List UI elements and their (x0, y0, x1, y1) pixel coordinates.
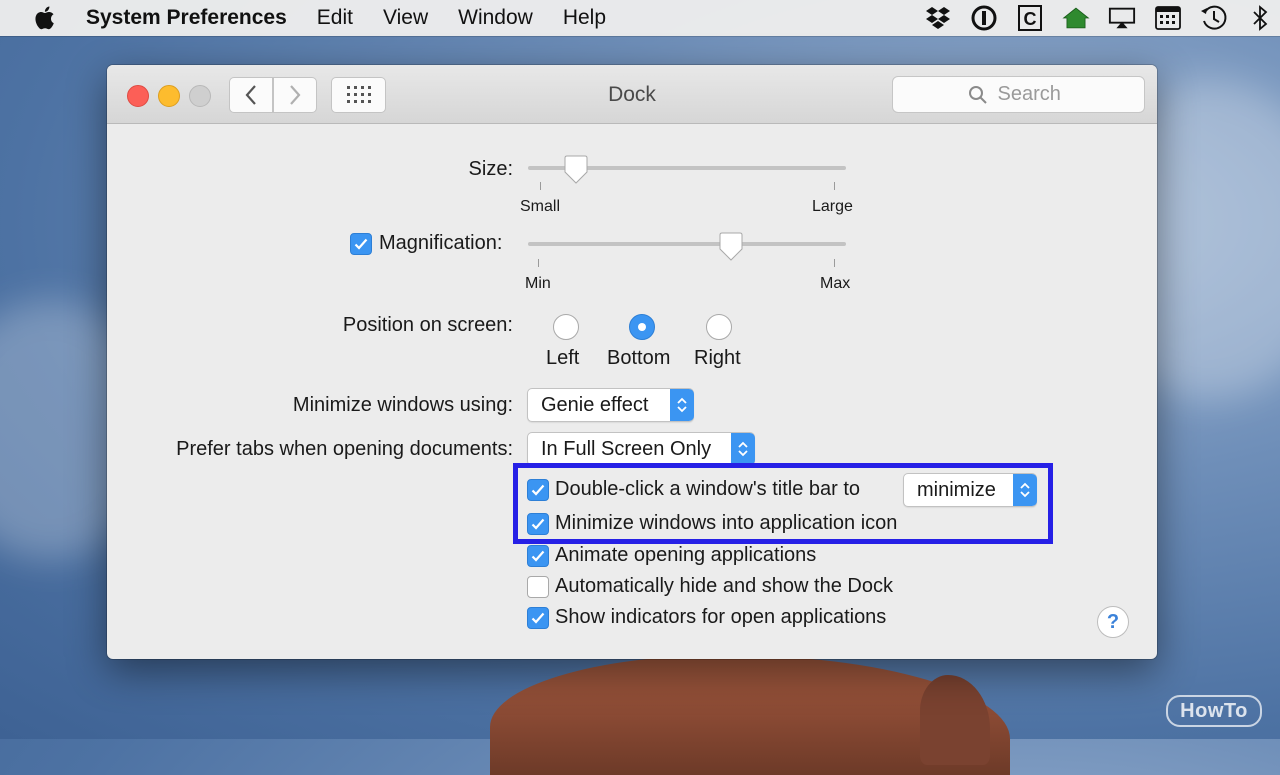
menu-view[interactable]: View (383, 6, 428, 30)
size-tick-max (834, 182, 835, 190)
magnification-max-label: Max (820, 275, 851, 292)
position-right-label: Right (694, 347, 741, 369)
size-slider-thumb[interactable] (563, 155, 589, 185)
size-label: Size: (468, 158, 513, 180)
magnification-label: Magnification: (379, 232, 503, 254)
menu-window[interactable]: Window (458, 6, 533, 30)
calendar-grid-icon[interactable] (1154, 5, 1182, 31)
svg-text:C: C (1024, 9, 1037, 29)
apple-menu-icon[interactable] (32, 5, 56, 31)
time-machine-icon[interactable] (1200, 5, 1228, 31)
minimize-effect-popup[interactable]: Genie effect (527, 388, 694, 422)
home-icon[interactable] (1062, 5, 1090, 31)
position-bottom-label: Bottom (607, 347, 671, 369)
show-indicators-label: Show indicators for open applications (555, 606, 887, 628)
magnification-min-label: Min (525, 275, 551, 292)
minimize-effect-label: Minimize windows using: (292, 394, 513, 416)
position-bottom-radio[interactable] (629, 314, 655, 340)
position-right-radio[interactable] (706, 314, 732, 340)
dropbox-icon[interactable] (924, 5, 952, 31)
prefer-tabs-value: In Full Screen Only (541, 437, 712, 460)
popup-stepper-icon (731, 433, 755, 465)
magnification-tick-max (834, 259, 835, 267)
menu-help[interactable]: Help (563, 6, 606, 30)
search-input[interactable] (995, 82, 1070, 107)
magnification-checkbox[interactable] (350, 233, 372, 255)
watermark-logo: HowTo (1166, 695, 1262, 727)
checkmark-icon (354, 238, 368, 250)
magnification-tick-min (538, 259, 539, 267)
search-field[interactable] (892, 76, 1145, 113)
minimize-effect-value: Genie effect (541, 393, 649, 416)
size-min-label: Small (520, 198, 561, 215)
clipboard-c-icon[interactable]: C (1016, 5, 1044, 31)
animate-opening-label: Animate opening applications (555, 544, 817, 566)
prefer-tabs-label: Prefer tabs when opening documents: (176, 438, 513, 460)
desktop-rock (920, 675, 990, 765)
menu-edit[interactable]: Edit (317, 6, 353, 30)
animate-opening-checkbox[interactable] (527, 545, 549, 567)
help-button[interactable]: ? (1097, 606, 1129, 638)
airplay-icon[interactable] (1108, 5, 1136, 31)
position-label: Position on screen: (342, 314, 513, 336)
size-max-label: Large (812, 198, 853, 215)
checkmark-icon (531, 550, 545, 562)
show-indicators-checkbox[interactable] (527, 607, 549, 629)
magnification-slider-thumb[interactable] (718, 232, 744, 262)
bluetooth-icon[interactable] (1246, 5, 1274, 31)
1password-icon[interactable] (970, 5, 998, 31)
menu-bar: System Preferences Edit View Window Help… (0, 0, 1280, 36)
autohide-dock-label: Automatically hide and show the Dock (555, 575, 893, 597)
magnification-slider-track[interactable] (528, 242, 846, 246)
popup-stepper-icon (670, 389, 694, 421)
search-icon (968, 85, 988, 105)
position-left-radio[interactable] (553, 314, 579, 340)
checkmark-icon (531, 612, 545, 624)
prefer-tabs-popup[interactable]: In Full Screen Only (527, 432, 755, 466)
position-left-label: Left (546, 347, 580, 369)
dock-preferences-window: Dock Size: Small Large Magnification: Mi… (107, 65, 1157, 659)
status-bar: C (924, 0, 1280, 36)
annotation-highlight-box (513, 463, 1053, 544)
autohide-dock-checkbox[interactable] (527, 576, 549, 598)
window-titlebar: Dock (107, 65, 1157, 124)
menu-app-name[interactable]: System Preferences (86, 6, 287, 30)
size-tick-min (540, 182, 541, 190)
